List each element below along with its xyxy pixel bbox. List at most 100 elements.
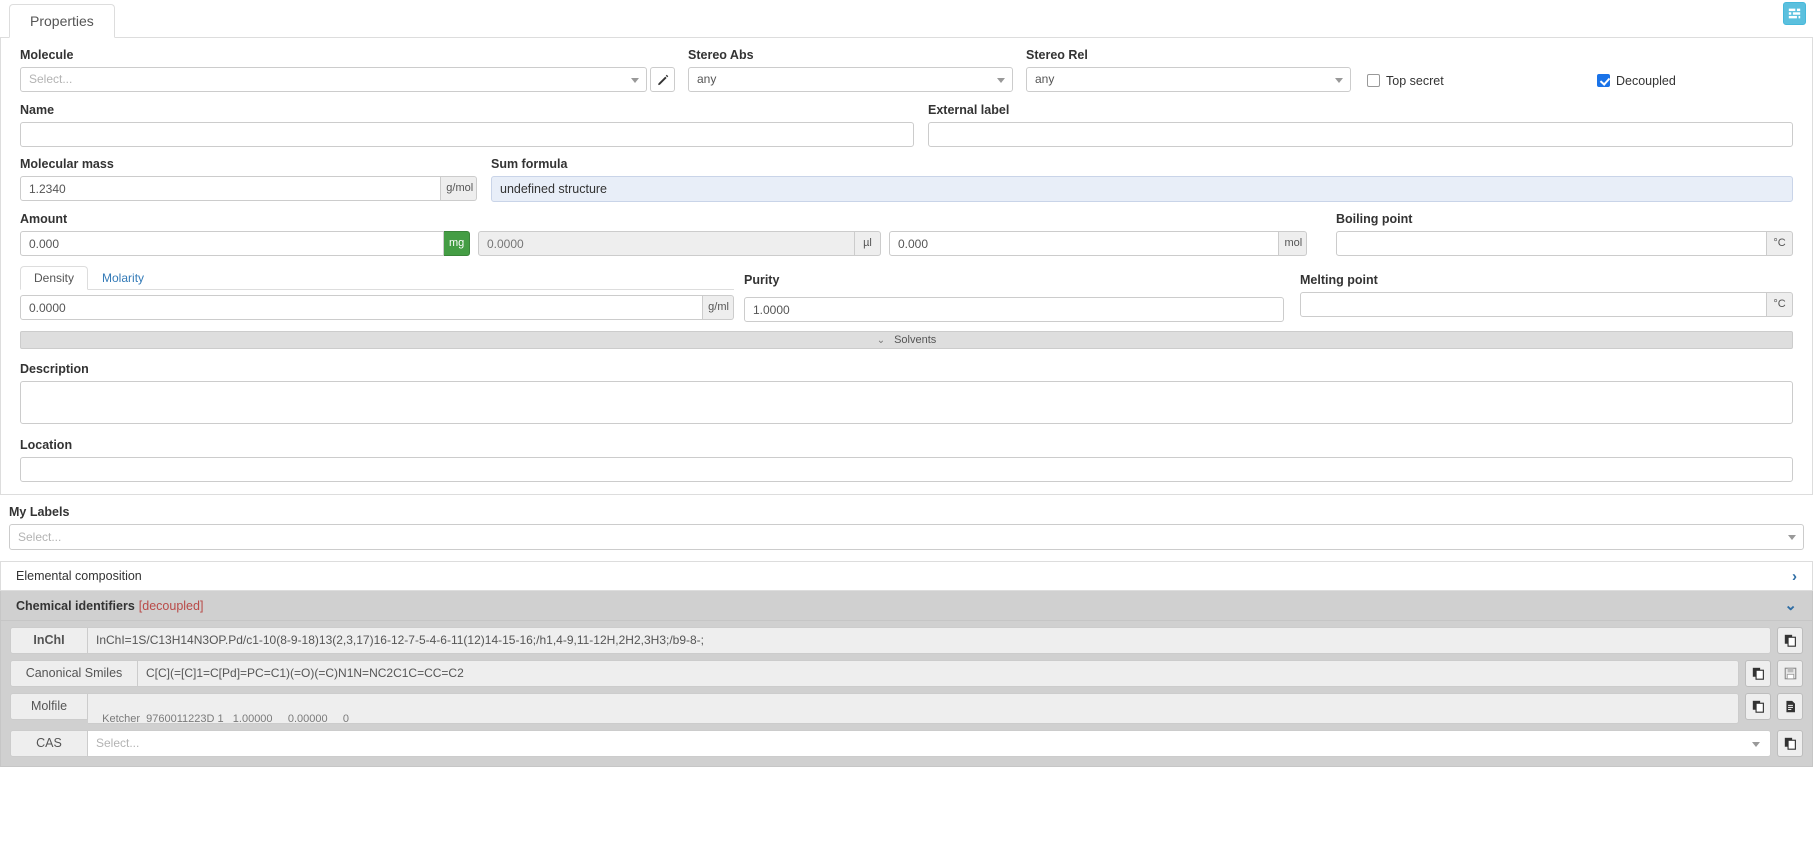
molecule-label: Molecule bbox=[20, 48, 74, 62]
list-settings-icon bbox=[1788, 7, 1801, 20]
tab-density[interactable]: Density bbox=[20, 266, 89, 290]
top-secret-label: Top secret bbox=[1386, 73, 1444, 88]
inchi-label: InChI bbox=[10, 627, 88, 654]
chemical-identifiers-body: InChI InChI=1S/C13H14N3OP.Pd/c1-10(8-9-1… bbox=[0, 621, 1813, 767]
smiles-save-button[interactable] bbox=[1777, 660, 1803, 687]
melting-point-input[interactable] bbox=[1300, 292, 1767, 317]
amount-row: Amount mg µl mol Bo bbox=[20, 212, 1793, 256]
decoupled-checkbox[interactable]: Decoupled bbox=[1597, 68, 1793, 93]
molecule-select[interactable]: Select... bbox=[20, 67, 647, 92]
molfile-label: Molfile bbox=[10, 693, 88, 720]
stereo-rel-label: Stereo Rel bbox=[1026, 48, 1088, 62]
molecule-edit-button[interactable] bbox=[650, 67, 675, 92]
name-input[interactable] bbox=[20, 122, 914, 147]
external-label-label: External label bbox=[928, 103, 1010, 117]
molecular-mass-unit: g/mol bbox=[441, 176, 477, 201]
smiles-copy-button[interactable] bbox=[1745, 660, 1771, 687]
cas-placeholder: Select... bbox=[96, 736, 140, 750]
elemental-composition-accordion[interactable]: Elemental composition › bbox=[0, 561, 1813, 591]
chevron-double-down-icon: ⌄ bbox=[876, 334, 886, 346]
molecule-row: Molecule Select... Stereo Abs any Stereo… bbox=[20, 48, 1793, 93]
molecule-properties-page: Properties Molecule Select... Stereo Abs… bbox=[0, 0, 1813, 860]
smiles-row: Canonical Smiles C[C](=[C]1=C[Pd]=PC=C1)… bbox=[10, 660, 1803, 687]
my-labels-label: My Labels bbox=[9, 505, 70, 519]
stereo-abs-select[interactable]: any bbox=[688, 67, 1013, 92]
molecular-mass-row: Molecular mass g/mol Sum formula undefin… bbox=[20, 157, 1793, 202]
tab-bar: Properties bbox=[0, 0, 1813, 38]
location-input[interactable] bbox=[20, 457, 1793, 482]
molfile-download-button[interactable] bbox=[1777, 693, 1803, 720]
chemical-identifiers-header: Chemical identifiers [decoupled] bbox=[16, 599, 203, 613]
chemical-identifiers-accordion[interactable]: Chemical identifiers [decoupled] ⌄ bbox=[0, 591, 1813, 621]
file-icon bbox=[1785, 700, 1795, 713]
cas-copy-button[interactable] bbox=[1777, 730, 1803, 757]
purity-label: Purity bbox=[744, 273, 780, 287]
description-label: Description bbox=[20, 362, 89, 376]
my-labels-section: My Labels Select... bbox=[0, 505, 1813, 550]
panel-settings-button[interactable] bbox=[1783, 2, 1806, 25]
density-input[interactable] bbox=[20, 295, 704, 320]
molfile-copy-button[interactable] bbox=[1745, 693, 1771, 720]
boiling-point-label: Boiling point bbox=[1336, 212, 1413, 226]
inchi-value: InChI=1S/C13H14N3OP.Pd/c1-10(8-9-18)13(2… bbox=[88, 627, 1771, 654]
solvents-label: Solvents bbox=[894, 334, 937, 346]
amount-mol-unit[interactable]: mol bbox=[1279, 231, 1307, 256]
smiles-label: Canonical Smiles bbox=[10, 660, 138, 687]
cas-label: CAS bbox=[10, 730, 88, 757]
save-icon bbox=[1784, 667, 1796, 680]
cas-row: CAS Select... bbox=[10, 730, 1803, 757]
elemental-composition-label: Elemental composition bbox=[16, 569, 142, 583]
chemical-identifiers-label: Chemical identifiers bbox=[16, 598, 135, 613]
molfile-row: Molfile Ketcher 9760011223D 1 1.00000 0.… bbox=[10, 693, 1803, 724]
copy-icon bbox=[1752, 667, 1764, 680]
density-unit: g/ml bbox=[703, 295, 734, 320]
external-label-input[interactable] bbox=[928, 122, 1793, 147]
molfile-value[interactable]: Ketcher 9760011223D 1 1.00000 0.00000 0 bbox=[88, 693, 1739, 724]
sum-formula-label: Sum formula bbox=[491, 157, 568, 171]
location-label: Location bbox=[20, 438, 73, 452]
description-textarea[interactable] bbox=[20, 381, 1793, 424]
molecular-mass-label: Molecular mass bbox=[20, 157, 114, 171]
inchi-copy-button[interactable] bbox=[1777, 627, 1803, 654]
tab-molarity[interactable]: Molarity bbox=[88, 266, 158, 290]
my-labels-select[interactable]: Select... bbox=[9, 524, 1804, 550]
molecular-mass-input[interactable] bbox=[20, 176, 442, 201]
sum-formula-value: undefined structure bbox=[491, 176, 1793, 202]
decoupled-label: Decoupled bbox=[1616, 73, 1676, 88]
amount-mass-input[interactable] bbox=[20, 231, 444, 256]
melting-point-unit: °C bbox=[1767, 292, 1793, 317]
melting-point-label: Melting point bbox=[1300, 273, 1378, 287]
pencil-icon bbox=[657, 74, 668, 85]
properties-form-panel: Molecule Select... Stereo Abs any Stereo… bbox=[0, 38, 1813, 495]
copy-icon bbox=[1752, 700, 1764, 713]
cas-select[interactable]: Select... bbox=[88, 730, 1771, 757]
boiling-point-unit: °C bbox=[1767, 231, 1793, 256]
name-row: Name External label bbox=[20, 103, 1793, 147]
stereo-abs-label: Stereo Abs bbox=[688, 48, 754, 62]
density-purity-row: Density Molarity g/ml Purity Melting poi… bbox=[20, 266, 1793, 322]
amount-volume-input[interactable] bbox=[478, 231, 855, 256]
amount-volume-unit[interactable]: µl bbox=[855, 231, 881, 256]
chevron-down-icon: ⌄ bbox=[1784, 597, 1797, 614]
smiles-value: C[C](=[C]1=C[Pd]=PC=C1)(=O)(=C)N1N=NC2C1… bbox=[138, 660, 1739, 687]
checkbox-box bbox=[1367, 74, 1380, 87]
top-secret-checkbox[interactable]: Top secret bbox=[1367, 68, 1597, 93]
purity-input[interactable] bbox=[744, 297, 1284, 322]
chevron-down-icon bbox=[1752, 742, 1760, 747]
checkbox-box bbox=[1597, 74, 1610, 87]
inchi-row: InChI InChI=1S/C13H14N3OP.Pd/c1-10(8-9-1… bbox=[10, 627, 1803, 654]
name-label: Name bbox=[20, 103, 55, 117]
copy-icon bbox=[1784, 634, 1796, 647]
chevron-right-icon: › bbox=[1792, 567, 1797, 585]
description-field: Description bbox=[20, 362, 1793, 427]
amount-mass-unit[interactable]: mg bbox=[444, 231, 470, 256]
copy-icon bbox=[1784, 737, 1796, 750]
solvents-toggle[interactable]: ⌄ Solvents bbox=[20, 331, 1793, 349]
decoupled-badge: [decoupled] bbox=[138, 598, 204, 613]
location-field: Location bbox=[20, 438, 1793, 482]
stereo-rel-select[interactable]: any bbox=[1026, 67, 1351, 92]
tab-properties[interactable]: Properties bbox=[9, 4, 115, 38]
density-molarity-tabs: Density Molarity bbox=[20, 266, 734, 290]
boiling-point-input[interactable] bbox=[1336, 231, 1767, 256]
amount-mol-input[interactable] bbox=[889, 231, 1280, 256]
